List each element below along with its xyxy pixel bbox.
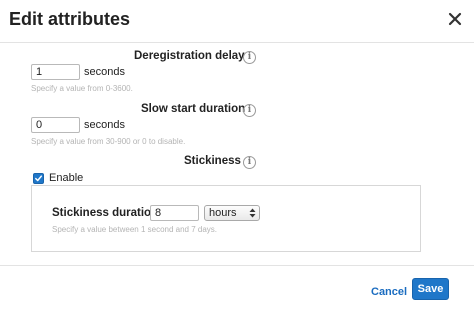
stickiness-duration-unit-select[interactable]: hours <box>204 205 260 221</box>
stickiness-duration-unit-value: hours <box>209 207 237 219</box>
stickiness-duration-input[interactable] <box>150 205 199 221</box>
dialog-title: Edit attributes <box>9 9 131 29</box>
stickiness-duration-hint: Specify a value between 1 second and 7 d… <box>52 225 217 234</box>
info-icon[interactable]: i <box>243 51 256 64</box>
stickiness-duration-panel: Stickiness duration hours Specify a valu… <box>31 185 421 252</box>
stickiness-duration-label: Stickiness duration <box>52 207 159 219</box>
deregistration-delay-unit: seconds <box>84 66 125 78</box>
stickiness-enable-label[interactable]: Enable <box>49 172 83 184</box>
select-arrows-icon <box>249 208 256 218</box>
slow-start-duration-label: Slow start duration <box>141 103 246 115</box>
save-button[interactable]: Save <box>412 278 449 300</box>
close-icon[interactable] <box>446 10 464 28</box>
cancel-button[interactable]: Cancel <box>371 286 407 298</box>
footer-divider <box>0 265 474 266</box>
stickiness-label: Stickiness <box>184 155 241 167</box>
slow-start-duration-hint: Specify a value from 30-900 or 0 to disa… <box>31 137 186 146</box>
info-icon[interactable]: i <box>243 156 256 169</box>
stickiness-enable-checkbox[interactable] <box>33 173 44 184</box>
checkmark-icon <box>35 175 43 182</box>
deregistration-delay-hint: Specify a value from 0-3600. <box>31 84 133 93</box>
dialog-header: Edit attributes <box>0 0 474 43</box>
edit-attributes-dialog: Edit attributes Deregistration delay i s… <box>0 0 474 311</box>
slow-start-duration-input[interactable] <box>31 117 80 133</box>
slow-start-duration-unit: seconds <box>84 119 125 131</box>
info-icon[interactable]: i <box>243 104 256 117</box>
deregistration-delay-label: Deregistration delay <box>134 50 245 62</box>
deregistration-delay-input[interactable] <box>31 64 80 80</box>
